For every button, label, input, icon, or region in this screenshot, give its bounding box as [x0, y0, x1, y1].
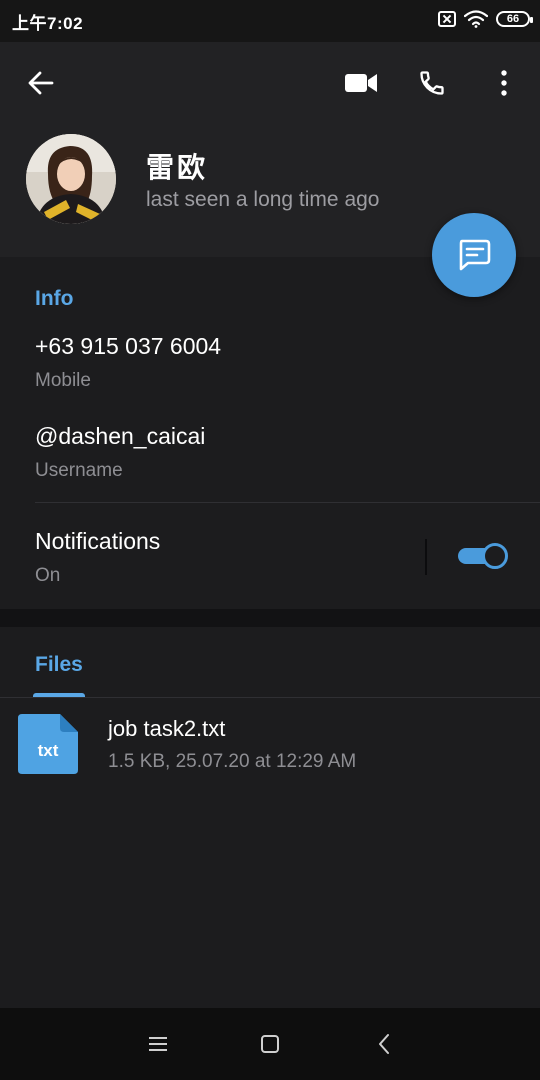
file-meta: 1.5 KB, 25.07.20 at 12:29 AM: [108, 751, 357, 772]
wifi-icon: [464, 10, 488, 28]
system-back-button[interactable]: [364, 1024, 404, 1064]
avatar[interactable]: [26, 134, 116, 224]
file-icon-label: txt: [38, 741, 59, 760]
battery-icon: 66: [496, 11, 533, 27]
notifications-title[interactable]: Notifications: [35, 528, 160, 555]
send-message-button[interactable]: [432, 213, 516, 297]
voice-call-button[interactable]: [408, 59, 456, 107]
phone-icon: [420, 71, 444, 95]
notifications-toggle[interactable]: [458, 543, 508, 569]
home-icon: [261, 1035, 279, 1053]
tab-files[interactable]: Files: [35, 653, 83, 677]
txt-file-icon: txt: [18, 714, 78, 774]
info-section: Info +63 915 037 6004 Mobile @dashen_cai…: [0, 257, 540, 609]
status-bar: 上午7:02 66: [0, 0, 540, 42]
notifications-state: On: [35, 565, 61, 586]
more-vertical-icon: [501, 70, 507, 96]
sim-off-icon: [438, 11, 456, 27]
home-button[interactable]: [250, 1024, 290, 1064]
more-options-button[interactable]: [480, 59, 528, 107]
back-icon: [379, 1034, 389, 1054]
phone-number[interactable]: +63 915 037 6004: [35, 333, 221, 360]
status-icons: 66: [438, 10, 533, 28]
video-call-button[interactable]: [337, 59, 385, 107]
section-gap: [0, 609, 540, 627]
profile-name: 雷欧: [146, 152, 209, 183]
file-item[interactable]: txt job task2.txt 1.5 KB, 25.07.20 at 12…: [0, 698, 540, 793]
phone-label: Mobile: [35, 370, 91, 391]
info-section-title: Info: [35, 287, 74, 310]
toggle-thumb: [482, 543, 508, 569]
file-name: job task2.txt: [108, 716, 226, 741]
menu-icon: [149, 1037, 167, 1051]
divider: [35, 502, 540, 503]
message-icon: [459, 239, 491, 271]
recent-apps-button[interactable]: [138, 1024, 178, 1064]
username[interactable]: @dashen_caicai: [35, 423, 205, 450]
back-arrow-icon: [28, 71, 54, 95]
username-label: Username: [35, 460, 123, 481]
avatar-photo: [26, 134, 116, 224]
back-button[interactable]: [17, 59, 65, 107]
video-camera-icon: [345, 74, 377, 92]
profile-last-seen: last seen a long time ago: [146, 188, 380, 211]
shared-media-section: Files txt job task2.txt 1.5 KB, 25.07.20…: [0, 627, 540, 1008]
status-time: 上午7:02: [12, 14, 84, 33]
system-nav-bar: [0, 1008, 540, 1080]
notifications-separator: [425, 539, 427, 575]
